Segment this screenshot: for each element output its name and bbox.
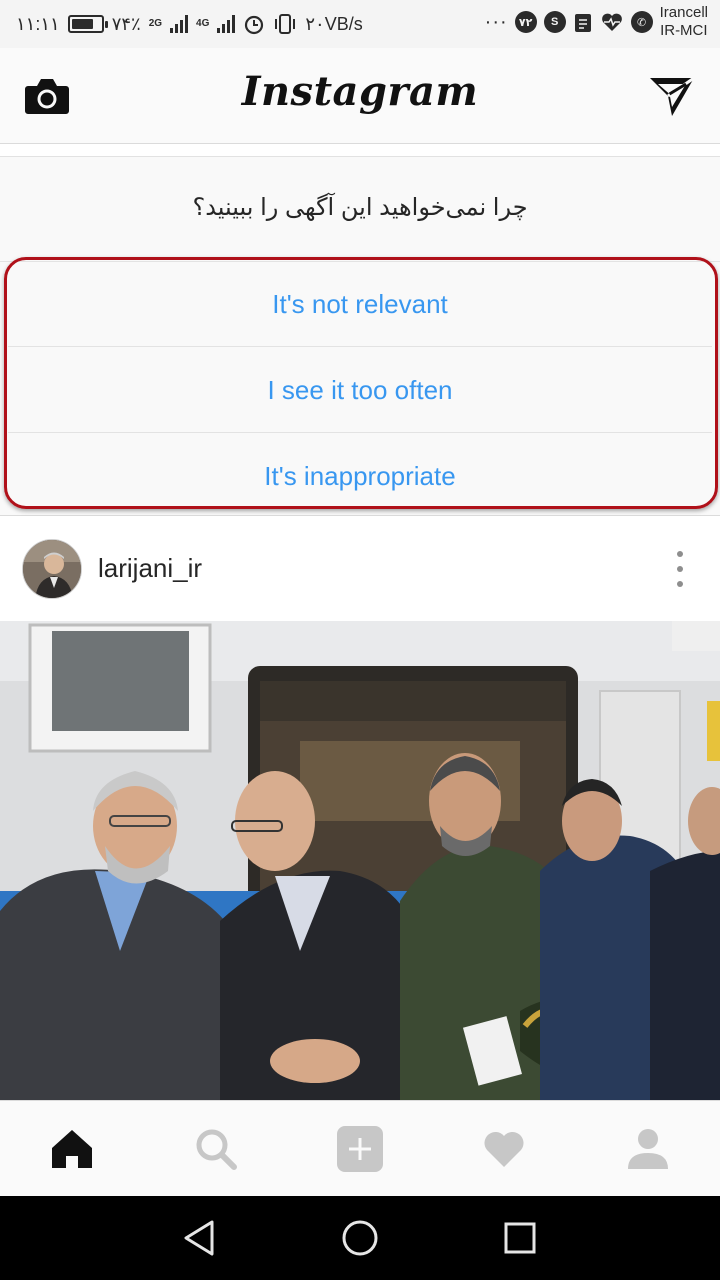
add-post-icon bbox=[337, 1126, 383, 1172]
nav-activity[interactable] bbox=[480, 1125, 528, 1173]
post-image[interactable] bbox=[0, 621, 720, 1100]
profile-icon bbox=[628, 1129, 668, 1169]
health-heart-icon bbox=[601, 13, 622, 31]
battery-icon bbox=[67, 15, 108, 33]
battery-text: ۷۴٪ bbox=[111, 13, 141, 34]
back-icon[interactable] bbox=[178, 1216, 222, 1260]
nav-search[interactable] bbox=[192, 1125, 240, 1173]
ad-feedback-question: چرا نمی‌خواهید این آگهی را ببینید؟ bbox=[192, 194, 528, 221]
network-type-1: 2G bbox=[148, 18, 163, 29]
signal-icon-1 bbox=[170, 15, 189, 33]
status-time: ۱۱:۱۱ bbox=[16, 13, 60, 34]
ad-feedback-panel: چرا نمی‌خواهید این آگهی را ببینید؟ It's … bbox=[0, 156, 720, 516]
highlight-annotation bbox=[4, 257, 718, 509]
alarm-icon bbox=[245, 15, 264, 35]
status-right: ··· ۷۲ S ✆ Irancell IR-MCI bbox=[485, 4, 708, 40]
clipboard-icon bbox=[574, 14, 591, 32]
phone-icon: ✆ bbox=[630, 11, 653, 33]
bottom-nav bbox=[0, 1100, 720, 1196]
app-header: Instagram bbox=[0, 48, 720, 144]
search-icon bbox=[196, 1129, 237, 1170]
home-circle-icon[interactable] bbox=[338, 1216, 382, 1260]
more-notifications-icon: ··· bbox=[484, 11, 508, 33]
signal-icon-2 bbox=[217, 15, 236, 33]
data-speed: ۲۰VB/s bbox=[305, 13, 363, 34]
battery-fill bbox=[71, 19, 93, 29]
more-options-icon[interactable] bbox=[674, 551, 686, 587]
post-username[interactable]: larijani_ir bbox=[98, 553, 202, 584]
network-type-2: 4G bbox=[196, 18, 210, 29]
recents-icon[interactable] bbox=[498, 1216, 542, 1260]
post-photo bbox=[0, 621, 720, 1100]
nav-profile[interactable] bbox=[624, 1125, 672, 1173]
home-icon bbox=[52, 1130, 92, 1168]
post-header: larijani_ir bbox=[0, 517, 720, 621]
heart-icon bbox=[484, 1131, 524, 1167]
instagram-logo: Instagram bbox=[241, 68, 479, 115]
notification-count-icon: ۷۲ bbox=[514, 11, 537, 33]
sync-app-icon: S bbox=[543, 11, 566, 33]
system-nav-bar bbox=[0, 1196, 720, 1280]
status-left: ۱۱:۱۱ ۷۴٪ 2G 4G ۲۰VB/s bbox=[16, 10, 363, 38]
nav-home[interactable] bbox=[48, 1125, 96, 1173]
vibrate-icon bbox=[275, 14, 296, 34]
nav-add-post[interactable] bbox=[336, 1125, 384, 1173]
avatar[interactable] bbox=[22, 539, 82, 599]
carrier-names: Irancell IR-MCI bbox=[659, 4, 708, 39]
direct-message-icon[interactable] bbox=[648, 74, 696, 118]
status-bar: ۱۱:۱۱ ۷۴٪ 2G 4G ۲۰VB/s ··· ۷۲ S ✆ Irance… bbox=[0, 0, 720, 48]
